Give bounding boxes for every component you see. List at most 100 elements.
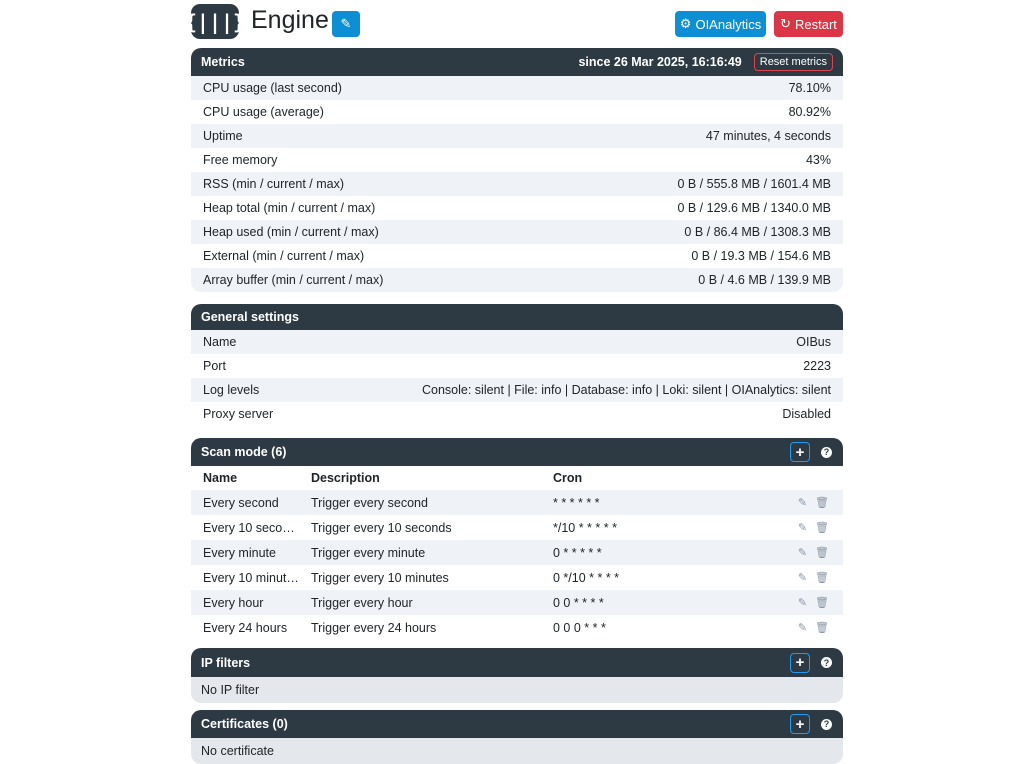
scan-mode-description: Trigger every second: [299, 490, 541, 515]
column-cron: Cron: [541, 466, 741, 490]
scan-mode-description: Trigger every 10 minutes: [299, 565, 541, 590]
edit-icon[interactable]: ✎: [798, 597, 807, 609]
column-actions: [741, 466, 843, 490]
reset-metrics-button[interactable]: Reset metrics: [753, 53, 833, 71]
metric-row-label: Free memory: [203, 153, 278, 167]
restart-label: Restart: [795, 16, 837, 32]
column-description: Description: [299, 466, 541, 490]
metric-row-label: External (min / current / max): [203, 249, 365, 263]
metric-row: CPU usage (average) 80.92%: [191, 100, 843, 124]
add-scan-mode-button[interactable]: +: [790, 442, 810, 462]
metric-row-label: Heap total (min / current / max): [203, 201, 376, 215]
restart-button[interactable]: ↻ Restart: [774, 11, 843, 37]
ip-filters-card: IP filters + ? No IP filter: [191, 648, 843, 703]
setting-row-label: Log levels: [203, 383, 260, 397]
row-actions: ✎ 🗑: [741, 615, 843, 640]
metric-row: RSS (min / current / max) 0 B / 555.8 MB …: [191, 172, 843, 196]
scan-mode-description: Trigger every 24 hours: [299, 615, 541, 640]
metric-row: External (min / current / max) 0 B / 19.3…: [191, 244, 843, 268]
trash-icon[interactable]: 🗑: [815, 572, 829, 584]
row-actions: ✎ 🗑: [741, 540, 843, 565]
add-ip-filter-button[interactable]: +: [790, 652, 810, 673]
scan-mode-cron: 0 * * * * *: [541, 540, 741, 565]
metric-row-label: CPU usage (average): [203, 105, 324, 119]
trash-icon[interactable]: 🗑: [815, 497, 829, 509]
setting-row-value: OIBus: [796, 335, 831, 349]
scan-mode-name: Every 10 minutes: [191, 565, 299, 590]
metric-row-label: Heap used (min / current / max): [203, 225, 379, 239]
row-actions: ✎ 🗑: [741, 565, 843, 590]
row-actions: ✎ 🗑: [741, 515, 843, 540]
help-icon[interactable]: ?: [821, 657, 832, 668]
ip-filters-title: IP filters: [201, 655, 251, 670]
metrics-list: CPU usage (last second) 78.10% CPU usage (…: [191, 76, 843, 292]
trash-icon[interactable]: 🗑: [815, 597, 829, 609]
row-actions: ✎ 🗑: [741, 490, 843, 515]
table-row: Every second Trigger every second * * * * …: [191, 490, 843, 515]
scan-mode-cron: * * * * * *: [541, 490, 741, 515]
metric-row: Heap used (min / current / max) 0 B / 86.…: [191, 220, 843, 244]
metric-row-label: RSS (min / current / max): [203, 177, 344, 191]
certificates-header: Certificates (0) + ?: [191, 710, 843, 738]
edit-icon[interactable]: ✎: [798, 572, 807, 584]
scan-mode-name: Every 10 seco…: [191, 515, 299, 540]
table-row: Every minute Trigger every minute 0 * * * …: [191, 540, 843, 565]
oianalytics-label: OIAnalytics: [695, 16, 762, 32]
setting-row-value: 2223: [803, 359, 831, 373]
metric-row: Array buffer (min / current / max) 0 B / …: [191, 268, 843, 292]
help-icon[interactable]: ?: [821, 718, 832, 730]
general-settings-title: General settings: [201, 310, 299, 324]
help-icon[interactable]: ?: [821, 446, 832, 458]
edit-icon[interactable]: ✎: [798, 547, 807, 559]
setting-row-label: Name: [203, 335, 237, 349]
general-settings-card: General settings Name OIBus Port 2223 Log le…: [191, 304, 843, 426]
metric-row: Heap total (min / current / max) 0 B / 12…: [191, 196, 843, 220]
scan-mode-name: Every hour: [191, 590, 299, 615]
scan-mode-description: Trigger every 10 seconds: [299, 515, 541, 540]
column-name: Name: [191, 466, 299, 490]
gear-icon: ⚙: [679, 16, 692, 31]
ip-filters-header: IP filters + ?: [191, 648, 843, 677]
edit-icon[interactable]: ✎: [798, 522, 807, 534]
metric-row-label: Array buffer (min / current / max): [203, 273, 384, 287]
metric-row-value: 0 B / 129.6 MB / 1340.0 MB: [677, 201, 831, 215]
scan-mode-table: Name Description Cron Every second Trigge…: [191, 466, 843, 640]
restart-icon: ↻: [780, 16, 791, 31]
scan-mode-cron: */10 * * * * *: [541, 515, 741, 540]
setting-row: Log levels Console: silent | File: info |…: [191, 378, 843, 402]
scan-mode-name: Every minute: [191, 540, 299, 565]
add-certificate-button[interactable]: +: [790, 714, 810, 734]
edit-engine-button[interactable]: ✎: [332, 11, 360, 37]
metric-row: Uptime 47 minutes, 4 seconds: [191, 124, 843, 148]
metrics-card: Metrics since 26 Mar 2025, 16:16:49 Rese…: [191, 48, 843, 292]
trash-icon[interactable]: 🗑: [815, 547, 829, 559]
scan-mode-table-header: Name Description Cron: [191, 466, 843, 490]
metrics-header: Metrics since 26 Mar 2025, 16:16:49 Rese…: [191, 48, 843, 76]
trash-icon[interactable]: 🗑: [815, 622, 829, 634]
certificates-card: Certificates (0) + ? No certificate: [191, 710, 843, 764]
scan-mode-cron: 0 0 0 * * *: [541, 615, 741, 640]
ip-filters-empty: No IP filter: [191, 677, 843, 703]
edit-icon[interactable]: ✎: [798, 497, 807, 509]
metric-row-value: 0 B / 19.3 MB / 154.6 MB: [691, 249, 831, 263]
metric-row-value: 0 B / 555.8 MB / 1601.4 MB: [677, 177, 831, 191]
metric-row-value: 78.10%: [788, 81, 831, 95]
general-settings-list: Name OIBus Port 2223 Log levels Console: sile…: [191, 330, 843, 426]
edit-icon[interactable]: ✎: [798, 622, 807, 634]
metrics-title: Metrics: [201, 55, 245, 69]
table-row: Every 10 seco… Trigger every 10 seconds */…: [191, 515, 843, 540]
metric-row: CPU usage (last second) 78.10%: [191, 76, 843, 100]
scan-mode-header: Scan mode (6) + ?: [191, 438, 843, 466]
setting-row-label: Proxy server: [203, 407, 274, 421]
scan-mode-description: Trigger every hour: [299, 590, 541, 615]
scan-mode-cron: 0 */10 * * * *: [541, 565, 741, 590]
setting-row-value: Console: silent | File: info | Database:…: [421, 383, 831, 397]
table-row: Every hour Trigger every hour 0 0 * * * * ✎…: [191, 590, 843, 615]
oianalytics-button[interactable]: ⚙ OIAnalytics: [675, 11, 766, 37]
scan-mode-description: Trigger every minute: [299, 540, 541, 565]
scan-mode-cron: 0 0 * * * *: [541, 590, 741, 615]
certificates-empty: No certificate: [191, 738, 843, 764]
metric-row-value: 0 B / 86.4 MB / 1308.3 MB: [684, 225, 831, 239]
page-header: {|||} Engine ✎ ⚙ OIAnalytics ↻ Restart: [185, 0, 843, 44]
trash-icon[interactable]: 🗑: [815, 522, 829, 534]
